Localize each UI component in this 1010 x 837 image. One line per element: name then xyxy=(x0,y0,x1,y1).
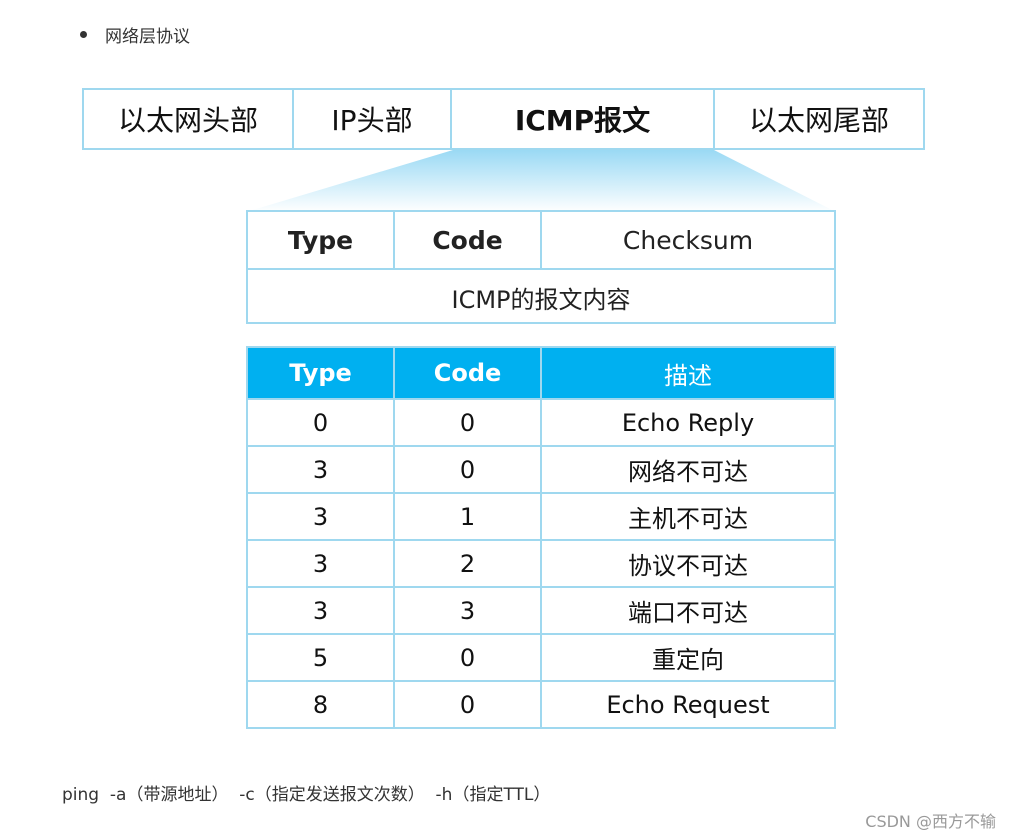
cell-type: 3 xyxy=(246,445,395,494)
cell-description: Echo Request xyxy=(540,680,836,729)
table-row: 3 3 端口不可达 xyxy=(246,586,836,635)
field-code: Code xyxy=(395,212,542,268)
table-row: 3 1 主机不可达 xyxy=(246,492,836,541)
cell-code: 0 xyxy=(393,398,542,447)
column-header-type: Type xyxy=(246,346,395,400)
cell-code: 0 xyxy=(393,445,542,494)
icmp-header-diagram: Type Code Checksum ICMP的报文内容 xyxy=(246,210,836,324)
table-header-row: Type Code 描述 xyxy=(246,346,836,400)
table-row: 5 0 重定向 xyxy=(246,633,836,682)
cell-code: 0 xyxy=(393,633,542,682)
icmp-codes-table: Type Code 描述 0 0 Echo Reply 3 0 网络不可达 3 … xyxy=(246,346,836,729)
ping-options-text: ping -a（带源地址） -c（指定发送报文次数） -h（指定TTL） xyxy=(62,785,551,805)
field-checksum: Checksum xyxy=(622,225,754,255)
cell-code: 0 xyxy=(393,680,542,729)
field-content: ICMP的报文内容 xyxy=(451,285,631,314)
table-row: 3 2 协议不可达 xyxy=(246,539,836,588)
field-type: Type xyxy=(248,212,395,268)
frame-segment-icmp-message: ICMP报文 xyxy=(452,90,715,148)
cell-type: 3 xyxy=(246,586,395,635)
table-row: 3 0 网络不可达 xyxy=(246,445,836,494)
column-header-code: Code xyxy=(393,346,542,400)
frame-segment-eth-header: 以太网头部 xyxy=(84,90,294,148)
table-row: 8 0 Echo Request xyxy=(246,680,836,729)
cell-description: 协议不可达 xyxy=(540,539,836,588)
cell-code: 2 xyxy=(393,539,542,588)
table-row: 0 0 Echo Reply xyxy=(246,398,836,447)
cell-description: Echo Reply xyxy=(540,398,836,447)
cell-type: 3 xyxy=(246,539,395,588)
ethernet-frame-diagram: 以太网头部 IP头部 ICMP报文 以太网尾部 xyxy=(82,88,925,150)
cell-type: 8 xyxy=(246,680,395,729)
cell-type: 0 xyxy=(246,398,395,447)
cell-description: 网络不可达 xyxy=(540,445,836,494)
frame-segment-eth-trailer: 以太网尾部 xyxy=(748,104,889,137)
cell-description: 重定向 xyxy=(540,633,836,682)
csdn-watermark: CSDN @西方不输 xyxy=(865,812,996,831)
column-header-description: 描述 xyxy=(540,346,836,400)
cell-type: 5 xyxy=(246,633,395,682)
cell-type: 3 xyxy=(246,492,395,541)
frame-segment-ip-header: IP头部 xyxy=(294,90,452,148)
cell-code: 3 xyxy=(393,586,542,635)
cell-code: 1 xyxy=(393,492,542,541)
cell-description: 端口不可达 xyxy=(540,586,836,635)
cell-description: 主机不可达 xyxy=(540,492,836,541)
